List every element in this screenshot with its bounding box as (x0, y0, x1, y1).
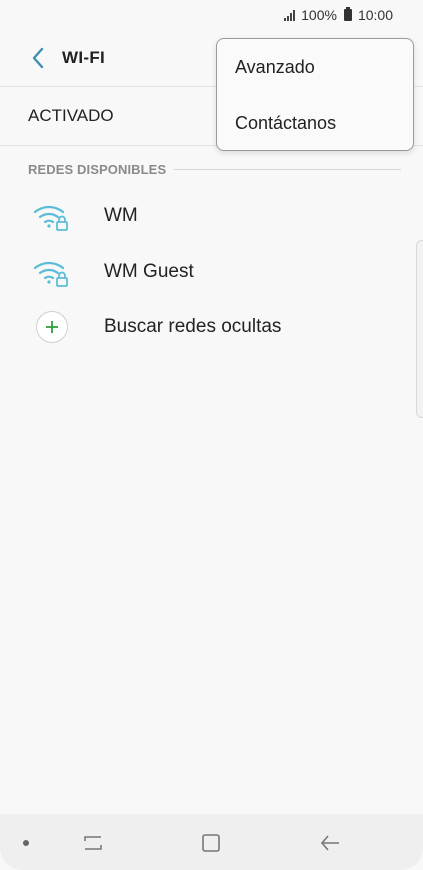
back-nav-button[interactable] (315, 828, 345, 858)
back-arrow-icon (320, 835, 339, 851)
home-icon (202, 834, 220, 852)
available-networks-header: REDES DISPONIBLES (28, 162, 401, 177)
menu-item-contactanos[interactable]: Contáctanos (217, 95, 413, 151)
recent-apps-icon (84, 836, 102, 850)
menu-item-avanzado[interactable]: Avanzado (217, 39, 413, 95)
back-button[interactable] (18, 38, 58, 78)
wifi-secured-icon (33, 261, 68, 287)
dot-indicator-icon (23, 840, 29, 846)
wifi-toggle-label: ACTIVADO (28, 106, 114, 125)
network-item-wm[interactable]: WM (0, 188, 423, 244)
overflow-menu: Avanzado Contáctanos (216, 38, 414, 151)
battery-percentage: 100% (301, 7, 337, 23)
add-network-label: Buscar redes ocultas (104, 316, 282, 337)
network-name: WM (104, 205, 138, 226)
clock: 10:00 (357, 7, 393, 23)
scroll-indicator[interactable] (416, 240, 423, 418)
network-name: WM Guest (104, 261, 194, 282)
home-button[interactable] (196, 828, 226, 858)
section-label: REDES DISPONIBLES (28, 162, 167, 177)
add-hidden-network-item[interactable]: Buscar redes ocultas (0, 299, 423, 355)
bottom-nav-bar (0, 814, 423, 870)
battery-icon (343, 7, 352, 21)
status-bar: 100% 10:00 (0, 0, 423, 30)
page-title: WI-FI (62, 48, 106, 67)
section-divider (174, 169, 401, 170)
recent-apps-button[interactable] (78, 828, 108, 858)
signal-icon (284, 9, 296, 21)
chevron-left-icon (32, 47, 44, 69)
network-item-wm-guest[interactable]: WM Guest (0, 244, 423, 300)
plus-icon (36, 311, 68, 343)
wifi-secured-icon (33, 205, 68, 231)
